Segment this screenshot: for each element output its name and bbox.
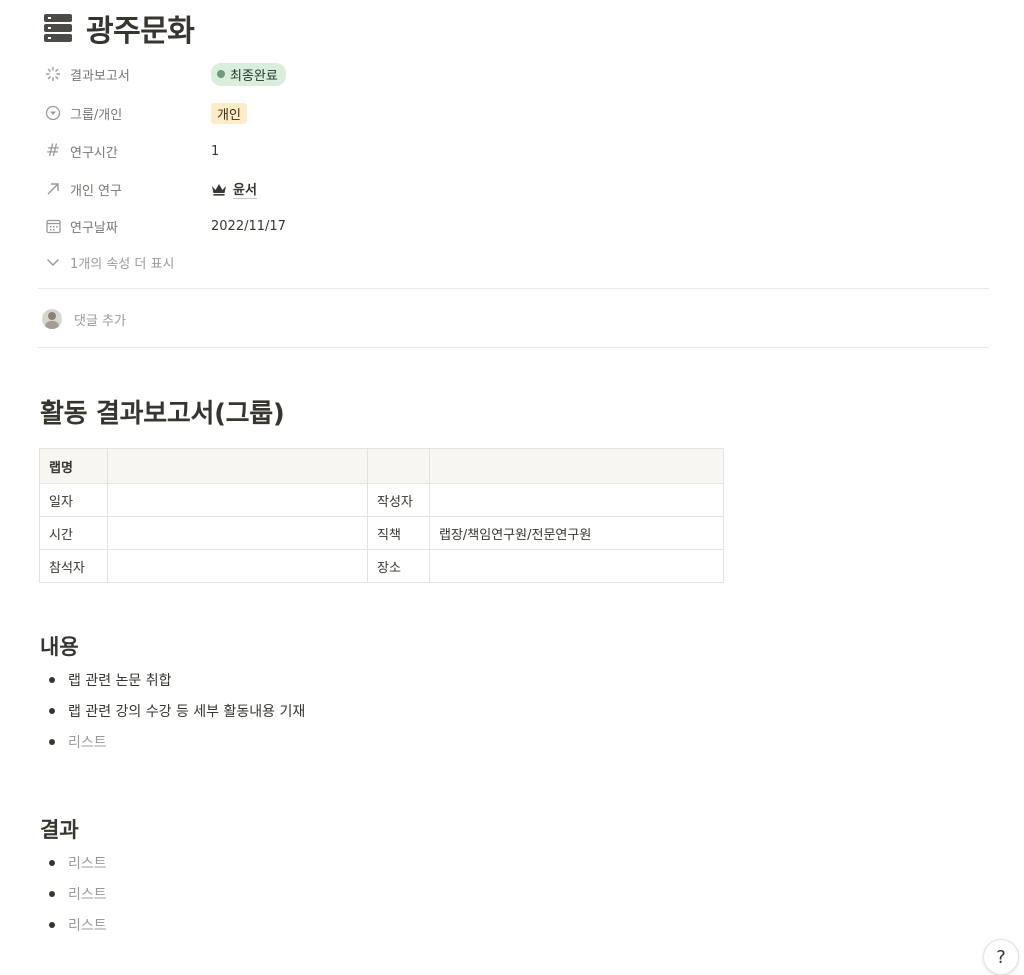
list-item[interactable]: 리스트 xyxy=(49,909,107,940)
property-value[interactable]: 윤서 xyxy=(211,179,257,199)
report-table: 랩명 일자 작성자 시간 직책 랩장/책임연구원/전문연구원 참석자 장소 xyxy=(39,448,724,583)
select-tag[interactable]: 개인 xyxy=(211,102,247,124)
bullet-icon xyxy=(49,921,55,928)
table-cell[interactable]: 랩장/책임연구원/전문연구원 xyxy=(429,516,724,550)
list-item[interactable]: 리스트 xyxy=(49,878,107,909)
table-cell[interactable]: 일자 xyxy=(39,483,108,517)
table-cell[interactable]: 작성자 xyxy=(367,483,430,517)
bullet-icon xyxy=(49,890,55,897)
arrow-up-right-icon xyxy=(44,180,62,198)
list-item-text[interactable]: 랩 관련 강의 수강 등 세부 활동내용 기재 xyxy=(68,701,305,721)
table-row: 시간 직책 랩장/책임연구원/전문연구원 xyxy=(39,516,724,550)
list-item[interactable]: 리스트 xyxy=(49,726,305,757)
hash-icon: # xyxy=(45,141,61,161)
table-cell[interactable] xyxy=(429,483,724,517)
database-stack-icon[interactable] xyxy=(44,14,72,42)
list-item-text[interactable]: 랩 관련 논문 취합 xyxy=(68,670,172,690)
list-item[interactable]: 랩 관련 강의 수강 등 세부 활동내용 기재 xyxy=(49,695,305,726)
add-comment-row[interactable]: 댓글 추가 xyxy=(42,307,126,331)
page-title[interactable]: 광주문화 xyxy=(86,6,195,50)
table-row: 참석자 장소 xyxy=(39,549,724,583)
property-name: 결과보고서 xyxy=(70,68,130,84)
table-cell[interactable] xyxy=(107,516,368,550)
divider xyxy=(38,347,989,348)
results-list: 리스트 리스트 리스트 xyxy=(49,847,107,940)
property-row-group[interactable]: 그룹/개인 개인 xyxy=(44,101,994,125)
heading-results[interactable]: 결과 xyxy=(40,814,79,844)
more-properties-label[interactable]: 1개의 속성 더 표시 xyxy=(70,253,174,272)
property-row-report[interactable]: 결과보고서 최종완료 xyxy=(44,62,994,86)
bullet-icon xyxy=(49,676,55,683)
table-cell[interactable] xyxy=(429,549,724,583)
property-name: 연구날짜 xyxy=(70,220,118,236)
table-cell[interactable] xyxy=(429,448,724,484)
crown-icon xyxy=(211,182,227,196)
table-cell[interactable] xyxy=(367,448,430,484)
list-item-text[interactable]: 리스트 xyxy=(68,915,107,935)
bullet-icon xyxy=(49,738,55,745)
property-value[interactable]: 개인 xyxy=(211,102,247,124)
bullet-icon xyxy=(49,859,55,866)
property-name: 개인 연구 xyxy=(70,183,122,199)
list-item-text[interactable]: 리스트 xyxy=(68,884,107,904)
table-cell[interactable]: 장소 xyxy=(367,549,430,583)
divider xyxy=(38,288,989,289)
heading-report[interactable]: 활동 결과보고서(그룹) xyxy=(40,393,285,430)
avatar xyxy=(42,309,62,329)
chevron-circle-down-icon xyxy=(44,104,62,122)
table-cell[interactable] xyxy=(107,483,368,517)
table-row: 일자 작성자 xyxy=(39,483,724,517)
page-title-row: 광주문화 xyxy=(44,6,195,50)
property-value[interactable]: 최종완료 xyxy=(211,62,286,86)
status-dot-icon xyxy=(217,70,225,78)
table-cell[interactable] xyxy=(107,549,368,583)
list-item-text[interactable]: 리스트 xyxy=(68,853,107,873)
loading-spinner-icon xyxy=(44,65,62,83)
table-row: 랩명 xyxy=(39,448,724,484)
property-name: 그룹/개인 xyxy=(70,107,123,123)
property-name: 연구시간 xyxy=(70,145,118,161)
property-row-hours[interactable]: # 연구시간 1 xyxy=(44,139,994,163)
property-value[interactable]: 2022/11/17 xyxy=(211,219,286,234)
status-badge[interactable]: 최종완료 xyxy=(211,62,286,86)
contents-list: 랩 관련 논문 취합 랩 관련 강의 수강 등 세부 활동내용 기재 리스트 xyxy=(49,664,305,757)
table-cell[interactable]: 참석자 xyxy=(39,549,108,583)
list-item[interactable]: 랩 관련 논문 취합 xyxy=(49,664,305,695)
property-value[interactable]: 1 xyxy=(211,144,219,159)
more-properties-toggle[interactable]: 1개의 속성 더 표시 xyxy=(44,250,994,274)
calendar-icon xyxy=(44,217,62,235)
property-row-date[interactable]: 연구날짜 2022/11/17 xyxy=(44,214,994,238)
status-label: 최종완료 xyxy=(230,68,278,84)
bullet-icon xyxy=(49,707,55,714)
table-cell[interactable] xyxy=(107,448,368,484)
relation-link[interactable]: 윤서 xyxy=(233,179,257,199)
table-cell[interactable]: 직책 xyxy=(367,516,430,550)
table-cell[interactable]: 랩명 xyxy=(39,448,108,484)
heading-contents[interactable]: 내용 xyxy=(40,631,79,661)
comment-input[interactable]: 댓글 추가 xyxy=(74,310,126,329)
property-row-personal-research[interactable]: 개인 연구 윤서 xyxy=(44,177,994,201)
list-item-text[interactable]: 리스트 xyxy=(68,732,107,752)
chevron-down-icon xyxy=(44,253,62,271)
list-item[interactable]: 리스트 xyxy=(49,847,107,878)
table-cell[interactable]: 시간 xyxy=(39,516,108,550)
